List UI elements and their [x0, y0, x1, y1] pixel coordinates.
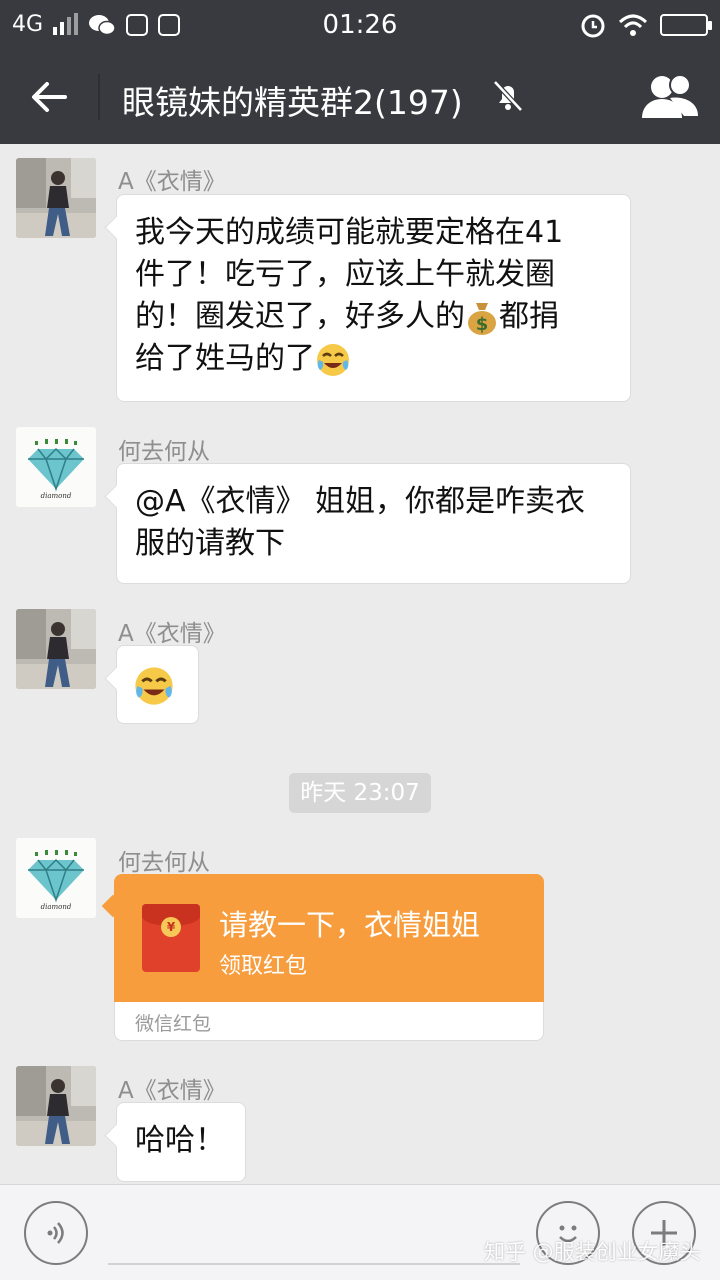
sender-name: 何去何从 [118, 439, 210, 465]
red-packet-footer-label: 微信红包 [135, 1013, 212, 1035]
crying-laughing-emoji [317, 343, 349, 376]
sender-name: A《衣情》 [118, 621, 226, 647]
message-text: 件了！吃亏了，应该上午就发圈 [135, 257, 555, 292]
chat-title: 眼镜妹的精英群2(197) [122, 83, 463, 122]
message-text: 给了姓马的了 [135, 341, 315, 376]
message-bubble[interactable]: 哈哈！ [116, 1102, 246, 1182]
message-text-line: 给了姓马的了 [135, 338, 612, 380]
avatar[interactable] [16, 609, 96, 689]
message-text: @A《衣情》 姐姐，你都是咋卖衣 [135, 484, 586, 519]
red-packet-icon: ¥ [142, 904, 200, 972]
avatar[interactable]: diamond [16, 427, 96, 507]
watermark: 知乎 @服装创业女魔头 [484, 1240, 701, 1264]
svg-text:diamond: diamond [41, 903, 72, 911]
red-packet-body[interactable]: ¥ 请教一下，衣情姐姐 领取红包 [114, 874, 544, 1002]
alarm-icon [581, 14, 605, 38]
message-text: 哈哈！ [135, 1123, 225, 1158]
status-right-icons [580, 12, 712, 38]
message-input[interactable] [108, 1263, 520, 1265]
message-text: 的！圈发迟了，好多人的 [135, 299, 465, 334]
message-text: 服的请教下 [135, 526, 285, 561]
avatar[interactable]: diamond [16, 838, 96, 918]
header-divider [98, 74, 100, 120]
red-packet-footer: 微信红包 [114, 1002, 544, 1041]
message-text: 都捐 [499, 299, 559, 334]
wifi-icon [618, 14, 648, 36]
message-text: 我今天的成绩可能就要定格在41 [135, 215, 564, 250]
red-packet-title: 请教一下，衣情姐姐 [219, 908, 481, 942]
message-bubble[interactable]: 我今天的成绩可能就要定格在41 件了！吃亏了，应该上午就发圈 的！圈发迟了，好多… [116, 194, 631, 402]
message-bubble[interactable] [116, 645, 199, 724]
red-packet-card[interactable]: ¥ 请教一下，衣情姐姐 领取红包 微信红包 [114, 874, 544, 1041]
sender-name: A《衣情》 [118, 169, 226, 195]
chat-header: 眼镜妹的精英群2(197) [0, 50, 720, 144]
svg-text:diamond: diamond [41, 492, 72, 500]
svg-text:$: $ [476, 314, 489, 335]
voice-input-icon[interactable] [24, 1201, 88, 1265]
message-text-line: 的！圈发迟了，好多人的 $ 都捐 [135, 296, 612, 338]
battery-icon [660, 14, 712, 36]
money-bag-emoji: $ [468, 302, 496, 335]
avatar[interactable] [16, 158, 96, 238]
back-arrow-icon[interactable] [18, 66, 80, 128]
sender-name: A《衣情》 [118, 1078, 226, 1104]
status-bar: 4G 01:26 [0, 0, 720, 50]
message-bubble[interactable]: @A《衣情》 姐姐，你都是咋卖衣 服的请教下 [116, 463, 631, 584]
chat-timestamp: 昨天 23:07 [289, 773, 431, 813]
red-packet-action: 领取红包 [219, 954, 308, 979]
group-members-icon[interactable] [640, 70, 700, 124]
sender-name: 何去何从 [118, 850, 210, 876]
crying-laughing-emoji [135, 666, 173, 705]
mute-bell-icon [493, 80, 523, 112]
avatar[interactable] [16, 1066, 96, 1146]
